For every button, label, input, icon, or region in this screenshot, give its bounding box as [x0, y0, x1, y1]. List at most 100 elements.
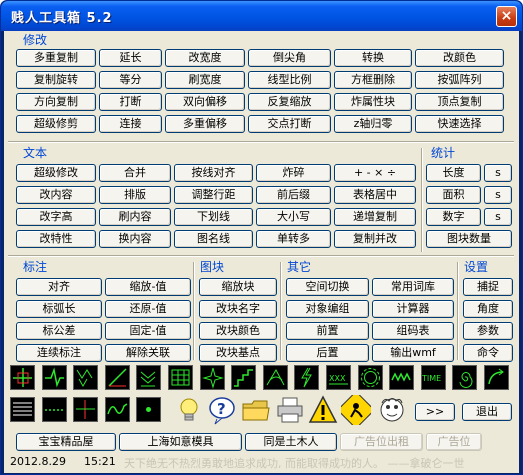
text-button[interactable]: 改字高: [16, 208, 96, 226]
stats-s-button[interactable]: s: [484, 186, 512, 204]
modify-button[interactable]: 多重偏移: [165, 115, 245, 133]
text-button[interactable]: 改内容: [16, 186, 96, 204]
printer-icon[interactable]: [275, 395, 305, 425]
link-button[interactable]: 广告位出租: [340, 433, 423, 451]
link-button[interactable]: 上海如意模具: [119, 433, 242, 451]
link-button[interactable]: 广告位: [426, 433, 482, 451]
dim-button[interactable]: 还原-值: [105, 300, 191, 318]
close-button[interactable]: ×: [496, 6, 517, 27]
text-button[interactable]: 图名线: [174, 230, 253, 248]
xxx-text-icon[interactable]: XXX: [326, 365, 351, 390]
stats-button[interactable]: 图块数量: [426, 230, 512, 248]
dim-button[interactable]: 解除关联: [105, 344, 191, 362]
stats-button[interactable]: 长度: [426, 164, 481, 182]
link-button[interactable]: 宝宝精品屋: [16, 433, 116, 451]
spark-icon[interactable]: [199, 365, 225, 390]
curve-arrow-icon[interactable]: [484, 365, 509, 390]
triangle-arc-icon[interactable]: [262, 365, 288, 390]
lightning-icon[interactable]: [294, 365, 320, 390]
zigzag-icon[interactable]: [41, 365, 67, 390]
wave-icon[interactable]: [389, 365, 415, 390]
cross-lines-icon[interactable]: [73, 397, 99, 422]
modify-button[interactable]: 转换: [334, 49, 412, 67]
dim-button[interactable]: 缩放-值: [105, 278, 191, 296]
settings-button[interactable]: 参数: [463, 322, 513, 340]
stack-arrows-icon[interactable]: [136, 365, 162, 390]
modify-button[interactable]: 刷宽度: [165, 71, 245, 89]
dot-icon[interactable]: [136, 397, 162, 422]
modify-button[interactable]: 改颜色: [415, 49, 504, 67]
modify-button[interactable]: 双向偏移: [165, 93, 245, 111]
arrows-down-icon[interactable]: [73, 365, 99, 390]
diagonal-icon[interactable]: [104, 365, 130, 390]
dim-button[interactable]: 连续标注: [16, 344, 102, 362]
squiggle-icon[interactable]: [104, 397, 130, 422]
gear-outline-icon[interactable]: [357, 365, 383, 390]
modify-button[interactable]: 延长: [99, 49, 162, 67]
block-button[interactable]: 改块基点: [199, 344, 277, 362]
folder-icon[interactable]: [241, 395, 271, 425]
modify-button[interactable]: 反复缩放: [248, 93, 331, 111]
text-button[interactable]: 换内容: [99, 230, 171, 248]
text-button[interactable]: 刷内容: [99, 208, 171, 226]
exit-button[interactable]: 退出: [462, 403, 512, 421]
worker-icon[interactable]: [341, 395, 371, 425]
face-icon[interactable]: [377, 395, 407, 425]
text-button[interactable]: 调整行距: [174, 186, 253, 204]
text-button[interactable]: 合并: [99, 164, 171, 182]
modify-button[interactable]: 线型比例: [248, 71, 331, 89]
other-button[interactable]: 输出wmf: [372, 344, 454, 362]
modify-button[interactable]: z轴归零: [334, 115, 412, 133]
time-text-icon[interactable]: TIME: [420, 365, 446, 390]
other-button[interactable]: 空间切换: [286, 278, 369, 296]
modify-button[interactable]: 等分: [99, 71, 162, 89]
modify-button[interactable]: 改宽度: [165, 49, 245, 67]
text-button[interactable]: 前后缀: [256, 186, 331, 204]
text-button[interactable]: 复制并改: [334, 230, 416, 248]
link-button[interactable]: 同是土木人: [245, 433, 337, 451]
dim-button[interactable]: 对齐: [16, 278, 102, 296]
text-button[interactable]: 超级修改: [16, 164, 96, 182]
other-button[interactable]: 对象编组: [286, 300, 369, 318]
help-icon[interactable]: ?: [207, 395, 237, 425]
modify-button[interactable]: 快速选择: [415, 115, 504, 133]
block-button[interactable]: 改块名字: [199, 300, 277, 318]
hatch-lines-icon[interactable]: [10, 397, 35, 422]
modify-button[interactable]: 复制旋转: [16, 71, 96, 89]
text-button[interactable]: 大小写: [256, 208, 331, 226]
other-button[interactable]: 前置: [286, 322, 369, 340]
stats-button[interactable]: 面积: [426, 186, 481, 204]
lightbulb-icon[interactable]: [174, 395, 204, 425]
text-button[interactable]: 炸碎: [256, 164, 331, 182]
other-button[interactable]: 常用词库: [372, 278, 454, 296]
modify-button[interactable]: 打断: [99, 93, 162, 111]
other-button[interactable]: 后置: [286, 344, 369, 362]
modify-button[interactable]: 按弧阵列: [415, 71, 504, 89]
text-button[interactable]: 递增复制: [334, 208, 416, 226]
stats-button[interactable]: 数字: [426, 208, 481, 226]
crosshair-icon[interactable]: [10, 365, 35, 390]
stairs-icon[interactable]: [231, 365, 257, 390]
modify-button[interactable]: 方框删除: [334, 71, 412, 89]
text-button[interactable]: 排版: [99, 186, 171, 204]
text-button[interactable]: + - × ÷: [334, 164, 416, 182]
text-button[interactable]: 按线对齐: [174, 164, 253, 182]
text-button[interactable]: 下划线: [174, 208, 253, 226]
text-button[interactable]: 改特性: [16, 230, 96, 248]
dim-button[interactable]: 标公差: [16, 322, 102, 340]
warning-icon[interactable]: [308, 395, 338, 425]
dim-button[interactable]: 固定-值: [105, 322, 191, 340]
modify-button[interactable]: 多重复制: [16, 49, 96, 67]
settings-button[interactable]: 角度: [463, 300, 513, 318]
spiral-icon[interactable]: [452, 365, 478, 390]
other-button[interactable]: 组码表: [372, 322, 454, 340]
dotted-line-icon[interactable]: [41, 397, 67, 422]
text-button[interactable]: 单转多: [256, 230, 331, 248]
modify-button[interactable]: 超级修剪: [16, 115, 96, 133]
grid-table-icon[interactable]: [168, 365, 193, 390]
modify-button[interactable]: 方向复制: [16, 93, 96, 111]
text-button[interactable]: 表格居中: [334, 186, 416, 204]
modify-button[interactable]: 交点打断: [248, 115, 331, 133]
stats-s-button[interactable]: s: [484, 164, 512, 182]
title-bar[interactable]: 贱人工具箱 5.2 ×: [1, 1, 522, 31]
